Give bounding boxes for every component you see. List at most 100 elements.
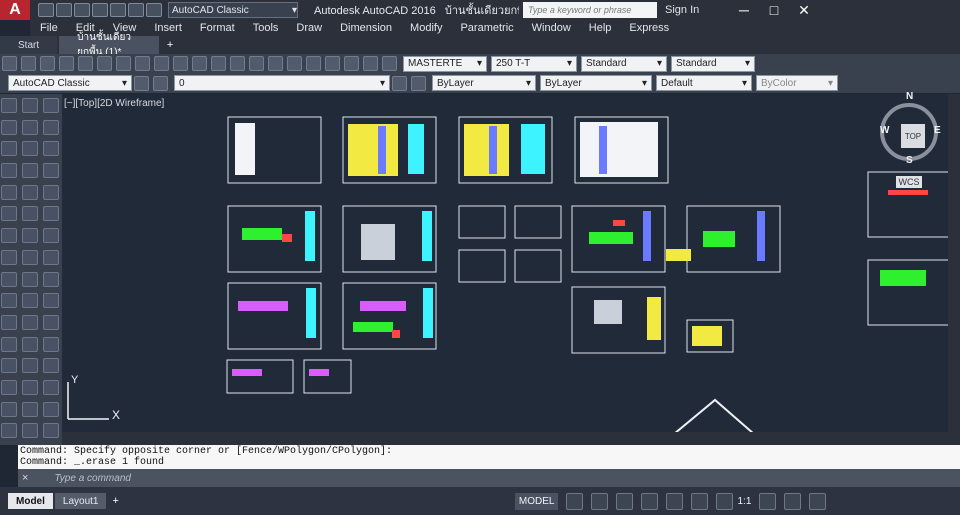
make-block-icon[interactable]: [1, 423, 17, 439]
markup-icon[interactable]: [363, 56, 378, 71]
drawing-viewport[interactable]: [62, 94, 948, 432]
arc-dim-icon[interactable]: [43, 163, 59, 179]
save-icon[interactable]: [40, 56, 55, 71]
space-icon[interactable]: [43, 358, 59, 374]
new-icon[interactable]: [38, 3, 54, 17]
vertical-scrollbar[interactable]: [948, 94, 960, 432]
lineweight-dropdown[interactable]: Default ▾: [656, 75, 752, 91]
settings-icon[interactable]: [759, 492, 777, 510]
autocad-logo[interactable]: A: [0, 0, 30, 20]
linear-dim-icon[interactable]: [43, 119, 59, 135]
annotation-icon[interactable]: [716, 492, 734, 510]
new-icon[interactable]: [2, 56, 17, 71]
radius-icon[interactable]: [43, 206, 59, 222]
text-style-dropdown[interactable]: MASTERTE ▾: [403, 55, 487, 72]
horizontal-scrollbar[interactable]: [62, 432, 960, 445]
layer-previous-icon[interactable]: [411, 75, 426, 91]
tab-model[interactable]: Model: [8, 493, 53, 509]
offset-icon[interactable]: [22, 163, 38, 179]
viewport-label[interactable]: [−][Top][2D Wireframe]: [64, 98, 164, 109]
aligned-dim-icon[interactable]: [43, 141, 59, 157]
copy-object-icon[interactable]: [22, 119, 38, 135]
pan-icon[interactable]: [211, 56, 226, 71]
hatch-icon[interactable]: [1, 293, 17, 309]
grid-icon[interactable]: [566, 492, 584, 510]
menu-format[interactable]: Format: [200, 22, 235, 34]
dim-style-dropdown[interactable]: 250 T-T ▾: [491, 55, 577, 72]
zoom-icon[interactable]: [230, 56, 245, 71]
redo-icon[interactable]: [192, 56, 207, 71]
dimension-icon[interactable]: [43, 98, 59, 113]
viewcube-top[interactable]: TOP: [901, 124, 925, 148]
menu-help[interactable]: Help: [589, 22, 612, 34]
command-close-icon[interactable]: ×: [22, 472, 28, 484]
annotation-scale[interactable]: 1:1: [737, 496, 751, 507]
arc-icon[interactable]: [1, 184, 17, 200]
isolate-icon[interactable]: [784, 492, 802, 510]
multileader-style-dropdown[interactable]: Standard ▾: [671, 55, 755, 72]
ordinate-icon[interactable]: [43, 184, 59, 200]
menu-tools[interactable]: Tools: [253, 22, 279, 34]
undo-icon[interactable]: [173, 56, 188, 71]
menu-modify[interactable]: Modify: [410, 22, 442, 34]
explode-icon[interactable]: [22, 423, 38, 439]
maximize-button[interactable]: □: [759, 2, 789, 18]
open-icon[interactable]: [56, 3, 72, 17]
sheet-set-icon[interactable]: [344, 56, 359, 71]
trim-icon[interactable]: [22, 293, 38, 309]
line-icon[interactable]: [1, 98, 17, 113]
cut-icon[interactable]: [97, 56, 112, 71]
stretch-icon[interactable]: [22, 271, 38, 287]
open-icon[interactable]: [21, 56, 36, 71]
break-icon[interactable]: [22, 336, 38, 352]
menu-express[interactable]: Express: [629, 22, 669, 34]
plot-style-dropdown[interactable]: ByColor ▾: [756, 75, 838, 91]
join-icon[interactable]: [22, 358, 38, 374]
print-icon[interactable]: [110, 3, 126, 17]
baseline-icon[interactable]: [43, 314, 59, 330]
continue-icon[interactable]: [43, 336, 59, 352]
search-input[interactable]: Type a keyword or phrase: [523, 2, 657, 18]
break-dim-icon[interactable]: [43, 379, 59, 395]
polygon-icon[interactable]: [1, 141, 17, 157]
menu-insert[interactable]: Insert: [154, 22, 182, 34]
menu-draw[interactable]: Draw: [296, 22, 322, 34]
menu-window[interactable]: Window: [532, 22, 571, 34]
table-icon[interactable]: [1, 358, 17, 374]
menu-file[interactable]: File: [40, 22, 58, 34]
jogged-icon[interactable]: [43, 228, 59, 244]
add-layout-button[interactable]: +: [112, 495, 118, 507]
menu-parametric[interactable]: Parametric: [460, 22, 513, 34]
tab-drawing[interactable]: บ้านชั้นเดียวยกพื้น (1)*: [59, 32, 160, 58]
mirror-icon[interactable]: [22, 141, 38, 157]
polar-icon[interactable]: [641, 492, 659, 510]
calculator-icon[interactable]: [382, 56, 397, 71]
layer-manager-icon[interactable]: [153, 75, 168, 91]
undo-icon[interactable]: [128, 3, 144, 17]
properties-icon[interactable]: [287, 56, 302, 71]
mtext-icon[interactable]: [1, 379, 17, 395]
match-icon[interactable]: [154, 56, 169, 71]
angular-icon[interactable]: [43, 271, 59, 287]
extend-icon[interactable]: [22, 314, 38, 330]
save-icon[interactable]: [74, 3, 90, 17]
viewcube[interactable]: TOP N S E W: [880, 91, 941, 166]
zoom-window-icon[interactable]: [249, 56, 264, 71]
region-icon[interactable]: [1, 336, 17, 352]
ellipse-icon[interactable]: [1, 271, 17, 287]
add-tab-button[interactable]: +: [161, 36, 179, 54]
menu-dimension[interactable]: Dimension: [340, 22, 392, 34]
model-space-button[interactable]: MODEL: [514, 492, 559, 510]
wcs-label[interactable]: WCS: [896, 176, 922, 188]
tolerance-icon[interactable]: [43, 401, 59, 417]
circle-icon[interactable]: [1, 206, 17, 222]
chamfer-icon[interactable]: [22, 379, 38, 395]
design-center-icon[interactable]: [306, 56, 321, 71]
copy-icon[interactable]: [116, 56, 131, 71]
center-mark-icon[interactable]: [43, 423, 59, 439]
insert-block-icon[interactable]: [1, 401, 17, 417]
scale-icon[interactable]: [22, 249, 38, 265]
workspace-dropdown[interactable]: AutoCAD Classic ▾: [168, 2, 298, 18]
tab-start[interactable]: Start: [0, 36, 58, 54]
diameter-icon[interactable]: [43, 249, 59, 265]
